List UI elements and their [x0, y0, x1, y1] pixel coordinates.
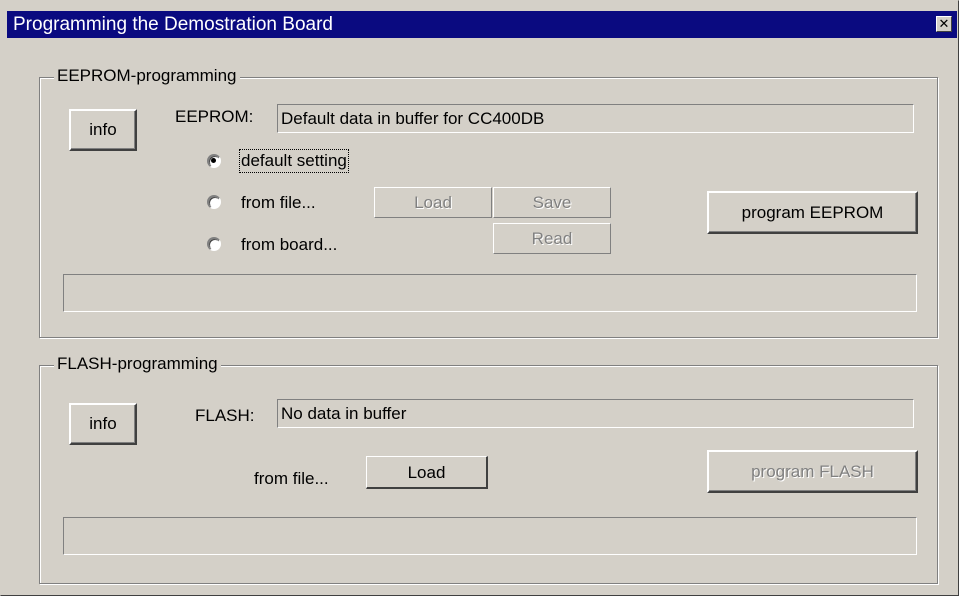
from-file-label[interactable]: from file... [241, 193, 316, 213]
from-board-radio[interactable] [207, 237, 221, 251]
flash-group-label: FLASH-programming [54, 354, 221, 374]
flash-load-button[interactable]: Load [366, 456, 488, 489]
eeprom-field-label: EEPROM: [175, 107, 254, 126]
eeprom-group-label: EEPROM-programming [54, 66, 240, 86]
program-eeprom-button[interactable]: program EEPROM [707, 191, 918, 234]
eeprom-status-bar [63, 274, 917, 312]
eeprom-info-button[interactable]: info [69, 109, 137, 151]
flash-status-bar [63, 517, 917, 555]
eeprom-read-button[interactable]: Read [493, 223, 611, 254]
from-board-label[interactable]: from board... [241, 235, 337, 255]
flash-from-file-label: from file... [254, 469, 329, 488]
flash-info-button[interactable]: info [69, 403, 137, 445]
default-setting-label[interactable]: default setting [239, 149, 349, 173]
dialog-window: Programming the Demostration Board ✕ EEP… [0, 0, 959, 596]
eeprom-save-button[interactable]: Save [493, 187, 611, 218]
flash-buffer-field: No data in buffer [277, 399, 914, 428]
close-icon[interactable]: ✕ [936, 16, 952, 32]
default-setting-radio[interactable] [207, 154, 221, 168]
eeprom-load-button[interactable]: Load [374, 187, 492, 218]
flash-field-label: FLASH: [195, 406, 255, 425]
title-bar: Programming the Demostration Board ✕ [7, 11, 957, 38]
eeprom-buffer-field: Default data in buffer for CC400DB [277, 104, 914, 133]
window-title: Programming the Demostration Board [13, 14, 333, 35]
program-flash-button[interactable]: program FLASH [707, 450, 918, 493]
from-file-radio[interactable] [207, 195, 221, 209]
